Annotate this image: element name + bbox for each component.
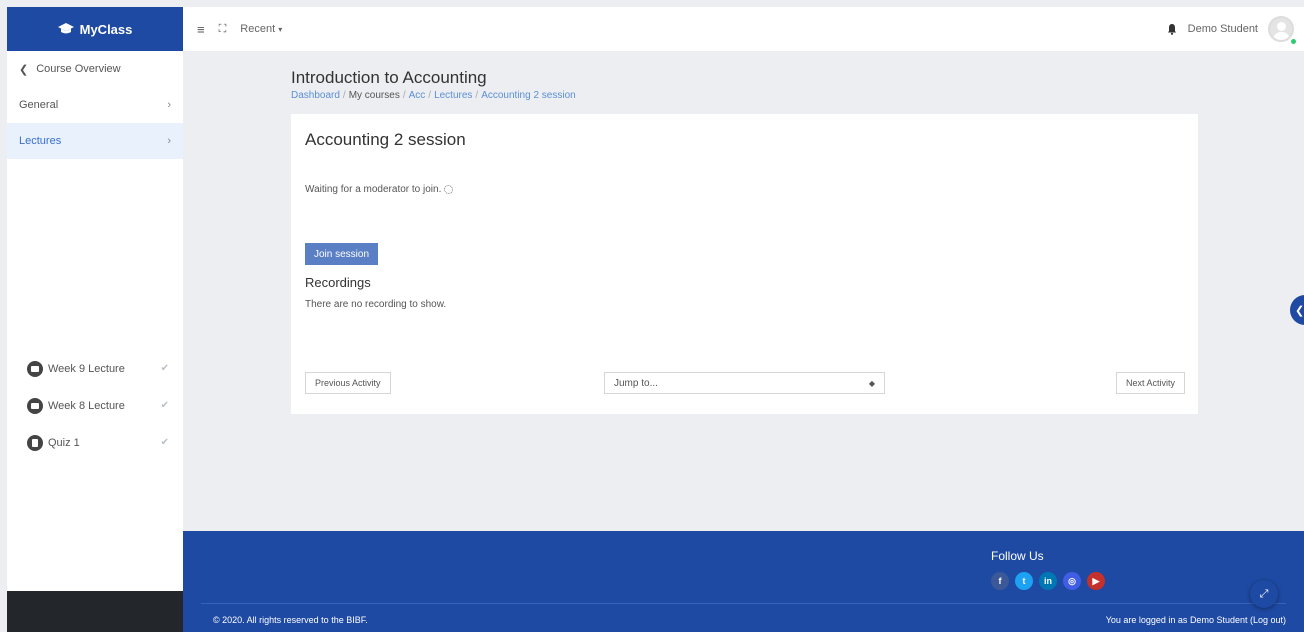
bell-icon[interactable] (1166, 23, 1178, 35)
activity-label: Quiz 1 (48, 436, 80, 449)
user-menu: Demo Student (1166, 7, 1294, 51)
facebook-icon[interactable]: f (991, 572, 1009, 590)
page-header: Introduction to Accounting Dashboard / My … (291, 68, 576, 101)
menu-icon[interactable]: ≡ (197, 22, 205, 37)
breadcrumb-item: My courses (348, 90, 400, 101)
previous-activity-button[interactable]: Previous Activity (305, 372, 391, 394)
expand-icon[interactable]: ⤢ (1250, 580, 1278, 608)
activity-item[interactable]: Quiz 1 ✔ (7, 424, 183, 461)
breadcrumb: Dashboard / My courses / Acc / Lectures / Accoun… (291, 90, 576, 101)
breadcrumb-link[interactable]: Acc (409, 90, 426, 101)
footer: Follow Us f t in ◎ ▶ © 2020. All rights … (183, 531, 1304, 632)
activity-title: Accounting 2 session (305, 130, 466, 149)
chevron-left-icon: ❮ (19, 63, 29, 76)
check-icon: ✔ (160, 437, 169, 448)
course-overview-label: Course Overview (36, 63, 121, 75)
graduation-cap-icon (57, 23, 74, 34)
sidebar-item-label: General (19, 99, 59, 111)
sidebar-item-label: Lectures (19, 135, 62, 147)
sidebar-item-lectures[interactable]: Lectures › (7, 123, 183, 159)
jump-to-label: Jump to... (614, 377, 658, 389)
youtube-icon[interactable]: ▶ (1087, 572, 1105, 590)
waiting-status: Waiting for a moderator to join. (305, 184, 454, 195)
drawer-toggle-button[interactable]: ❮ (1290, 295, 1304, 325)
linkedin-icon[interactable]: in (1039, 572, 1057, 590)
course-overview-link[interactable]: ❮ Course Overview (7, 51, 183, 87)
quiz-icon (27, 434, 43, 451)
waiting-text: Waiting for a moderator to join. (305, 184, 442, 195)
twitter-icon[interactable]: t (1015, 572, 1033, 590)
recordings-empty-text: There are no recording to show. (305, 299, 447, 310)
footer-divider (201, 603, 1286, 604)
follow-us-heading: Follow Us (991, 549, 1044, 563)
video-icon (27, 397, 43, 414)
recordings-heading: Recordings (305, 275, 371, 290)
online-status-dot (1291, 39, 1296, 44)
breadcrumb-link[interactable]: Lectures (434, 90, 472, 101)
join-session-button[interactable]: Join session (305, 243, 379, 265)
sidebar-footer (7, 591, 183, 632)
activity-label: Week 8 Lecture (48, 399, 125, 412)
caret-down-icon: ▾ (278, 25, 283, 34)
check-icon: ✔ (160, 400, 169, 411)
copyright-text: © 2020. All rights reserved to the BIBF. (213, 615, 368, 625)
chevron-right-icon: › (167, 99, 171, 111)
jump-to-select[interactable]: Jump to... ◆ (604, 372, 885, 394)
activity-item[interactable]: Week 8 Lecture ✔ (7, 387, 183, 424)
brand-logo[interactable]: MyClass (7, 7, 183, 51)
activity-card: Accounting 2 session Waiting for a moder… (291, 114, 1198, 414)
chevron-left-icon: ❮ (1295, 304, 1304, 317)
activity-item[interactable]: Week 9 Lecture ✔ (7, 350, 183, 387)
avatar[interactable] (1268, 16, 1294, 42)
brand-name: MyClass (79, 21, 133, 37)
check-icon: ✔ (160, 363, 169, 374)
sidebar-item-general[interactable]: General › (7, 87, 183, 123)
sidebar: MyClass ❮ Course Overview General › Lect… (7, 7, 183, 632)
breadcrumb-link[interactable]: Dashboard (291, 90, 340, 101)
next-activity-button[interactable]: Next Activity (1115, 372, 1185, 394)
recent-label: Recent (240, 23, 276, 35)
logged-in-text[interactable]: You are logged in as Demo Student (Log o… (1106, 615, 1286, 625)
video-icon (27, 360, 43, 377)
activity-list: Week 9 Lecture ✔ Week 8 Lecture ✔ Quiz 1… (7, 350, 183, 461)
user-name[interactable]: Demo Student (1188, 23, 1258, 35)
select-arrows-icon: ◆ (868, 378, 875, 388)
recent-dropdown[interactable]: Recent ▾ (240, 23, 282, 35)
fullscreen-icon[interactable]: ⛶ (219, 23, 227, 36)
breadcrumb-link[interactable]: Accounting 2 session (481, 90, 576, 101)
activity-label: Week 9 Lecture (48, 362, 125, 375)
top-navbar: ≡ ⛶ Recent ▾ Demo Student (183, 7, 1304, 51)
social-links: f t in ◎ ▶ (991, 572, 1105, 590)
page-title: Introduction to Accounting (291, 68, 487, 87)
chevron-right-icon: › (167, 135, 171, 147)
loading-spinner-icon (444, 185, 454, 194)
instagram-icon[interactable]: ◎ (1063, 572, 1081, 590)
